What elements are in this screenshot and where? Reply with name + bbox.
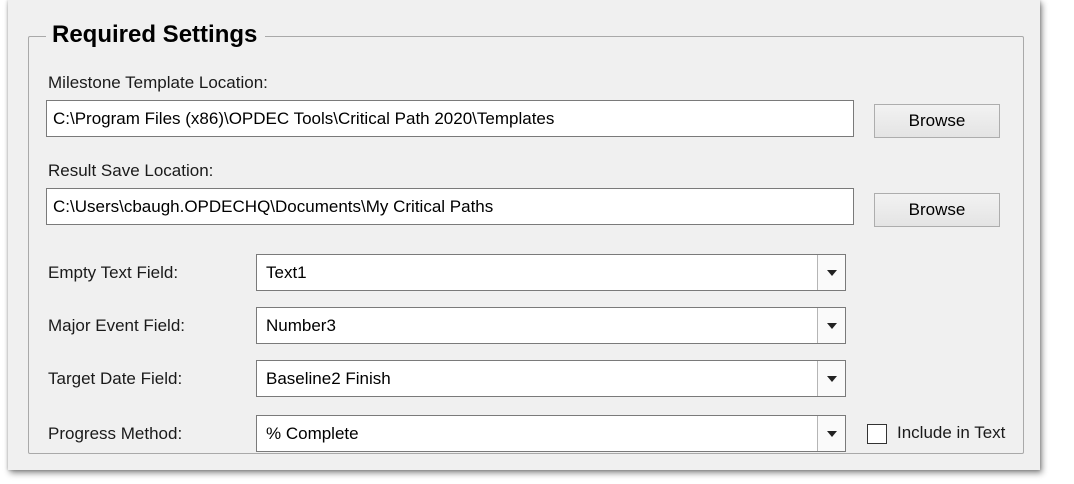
result-location-label: Result Save Location: <box>48 161 214 180</box>
target-date-field-label: Target Date Field: <box>48 369 183 388</box>
result-location-input[interactable]: C:\Users\cbaugh.OPDECHQ\Documents\My Cri… <box>46 188 854 225</box>
empty-text-field-label: Empty Text Field: <box>48 263 179 282</box>
progress-method-value: % Complete <box>266 424 359 443</box>
template-location-label: Milestone Template Location: <box>48 73 268 92</box>
template-browse-button[interactable]: Browse <box>874 104 1000 138</box>
chevron-down-icon <box>827 270 837 276</box>
result-browse-button[interactable]: Browse <box>874 193 1000 227</box>
target-date-field-value: Baseline2 Finish <box>266 369 391 388</box>
include-in-text-label: Include in Text <box>897 423 1006 442</box>
dropdown-button[interactable] <box>817 308 845 343</box>
include-in-text-checkbox[interactable] <box>867 424 887 444</box>
chevron-down-icon <box>827 376 837 382</box>
settings-panel: Required Settings Milestone Template Loc… <box>8 0 1040 470</box>
major-event-field-label: Major Event Field: <box>48 316 185 335</box>
dropdown-button[interactable] <box>817 361 845 396</box>
target-date-field-select[interactable]: Baseline2 Finish <box>256 360 846 397</box>
chevron-down-icon <box>827 431 837 437</box>
progress-method-select[interactable]: % Complete <box>256 415 846 452</box>
major-event-field-value: Number3 <box>266 316 336 335</box>
group-title: Required Settings <box>46 18 266 52</box>
template-location-input[interactable]: C:\Program Files (x86)\OPDEC Tools\Criti… <box>46 100 854 137</box>
major-event-field-select[interactable]: Number3 <box>256 307 846 344</box>
dropdown-button[interactable] <box>817 416 845 451</box>
progress-method-label: Progress Method: <box>48 424 183 443</box>
empty-text-field-value: Text1 <box>266 263 307 282</box>
empty-text-field-select[interactable]: Text1 <box>256 254 846 291</box>
dropdown-button[interactable] <box>817 255 845 290</box>
chevron-down-icon <box>827 323 837 329</box>
